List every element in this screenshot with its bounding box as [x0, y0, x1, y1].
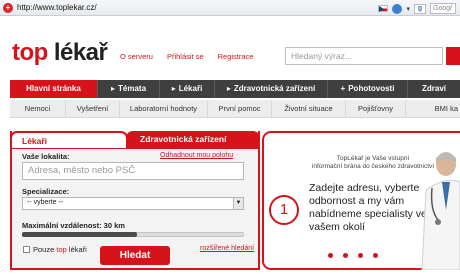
link-prihlasit[interactable]: Přihlásit se: [167, 52, 204, 61]
main-navigation: Hlavní stránka ▸ Témata ▸ Lékaři ▸ Zdravotn…: [10, 80, 460, 98]
advanced-search-link[interactable]: rozšířené hledání: [200, 245, 254, 252]
distance-slider-fill[interactable]: [22, 232, 137, 237]
search-button[interactable]: Hledat: [100, 246, 170, 265]
doctor-image: [421, 152, 460, 270]
site-favicon-icon: +: [3, 3, 13, 13]
specialization-label: Specializace:: [22, 187, 70, 196]
site-search-input[interactable]: Hledaný výraz...: [285, 47, 443, 65]
chevron-down-icon[interactable]: ▼: [233, 198, 243, 209]
logo-lekar-text: lékař: [53, 39, 108, 66]
url-text[interactable]: http://www.toplekar.cz/: [17, 3, 97, 12]
only-top-doctors-checkbox[interactable]: [23, 246, 30, 253]
subnav-item-nemoci[interactable]: Nemoci: [10, 100, 66, 118]
sub-navigation: Nemoci Vyšetření Laboratorní hodnoty Prv…: [10, 100, 460, 118]
location-label: Vaše lokalita:: [22, 152, 70, 161]
distance-label: Maximální vzdálenost: 30 km: [22, 221, 125, 230]
nav-label: Témata: [118, 84, 147, 93]
link-o-serveru[interactable]: O serveru: [120, 52, 153, 61]
carousel-dot[interactable]: [343, 253, 348, 258]
czech-flag-icon: [378, 5, 389, 12]
browser-icon[interactable]: [392, 3, 403, 14]
nav-label: Zdraví: [421, 84, 446, 93]
browser-search-input[interactable]: Googl: [430, 3, 456, 14]
carousel-dots: [328, 253, 378, 258]
site-logo[interactable]: top lékař: [12, 39, 108, 66]
carousel-dot[interactable]: [358, 253, 363, 258]
nav-item-temata[interactable]: ▸ Témata: [98, 80, 160, 98]
nav-label: Zdravotnická zařízení: [233, 84, 316, 93]
nav-label: Hlavní stránka: [26, 84, 81, 93]
step-number-badge: 1: [269, 195, 299, 225]
nav-item-zdravi[interactable]: Zdraví: [408, 80, 460, 98]
subnav-item-laboratorni-hodnoty[interactable]: Laboratorní hodnoty: [120, 100, 208, 118]
checkbox-text-post: lékaři: [68, 245, 87, 254]
browser-address-bar[interactable]: + http://www.toplekar.cz/ ▾ g Googl: [0, 0, 460, 16]
subnav-item-vysetreni[interactable]: Vyšetření: [66, 100, 120, 118]
browser-toolbar-right: ▾ g Googl: [378, 2, 460, 15]
arrow-right-icon: ▸: [226, 84, 231, 93]
nav-label: Pohotovosti: [348, 84, 395, 93]
checkbox-text-top: top: [56, 245, 67, 254]
nav-item-zdravotnicka-zarizeni[interactable]: ▸ Zdravotnická zařízení: [215, 80, 328, 98]
link-registrace[interactable]: Registrace: [218, 52, 254, 61]
arrow-right-icon: ▸: [171, 84, 176, 93]
promo-text: Zadejte adresu, vyberte odbornost a my v…: [309, 182, 427, 233]
plus-icon: +: [340, 84, 346, 93]
nav-item-pohotovosti[interactable]: + Pohotovosti: [328, 80, 408, 98]
nav-item-hlavni-stranka[interactable]: Hlavní stránka: [10, 80, 98, 98]
nav-item-lekari[interactable]: ▸ Lékaři: [160, 80, 215, 98]
nav-label: Lékaři: [178, 84, 203, 93]
arrow-right-icon: ▸: [110, 84, 115, 93]
specialization-select[interactable]: -- vyberte --: [22, 197, 244, 210]
google-icon[interactable]: g: [414, 3, 426, 14]
subnav-item-prvni-pomoc[interactable]: První pomoc: [208, 100, 272, 118]
dropdown-arrow-icon[interactable]: ▾: [406, 5, 410, 13]
carousel-dot[interactable]: [373, 253, 378, 258]
logo-top-text: top: [12, 39, 48, 66]
only-top-doctors-label[interactable]: Pouze top lékaři: [33, 245, 87, 254]
checkbox-text-pre: Pouze: [33, 245, 55, 254]
tab-lekari[interactable]: Lékaři: [10, 131, 128, 148]
detect-location-link[interactable]: Odhadnout mou polohu: [160, 152, 233, 159]
header-links: O serveru Přihlásit se Registrace: [120, 52, 253, 61]
tab-zdravotnicka-zarizeni[interactable]: Zdravotnická zařízení: [126, 131, 260, 148]
subnav-item-zivotni-situace[interactable]: Životní situace: [272, 100, 346, 118]
search-submit-button[interactable]: [446, 47, 460, 65]
subnav-item-pojistovny[interactable]: Pojišťovny: [346, 100, 406, 118]
location-input[interactable]: Adresa, město nebo PSČ: [22, 162, 244, 180]
carousel-dot[interactable]: [328, 253, 333, 258]
subnav-item-bmi[interactable]: BMI ka: [406, 100, 460, 118]
